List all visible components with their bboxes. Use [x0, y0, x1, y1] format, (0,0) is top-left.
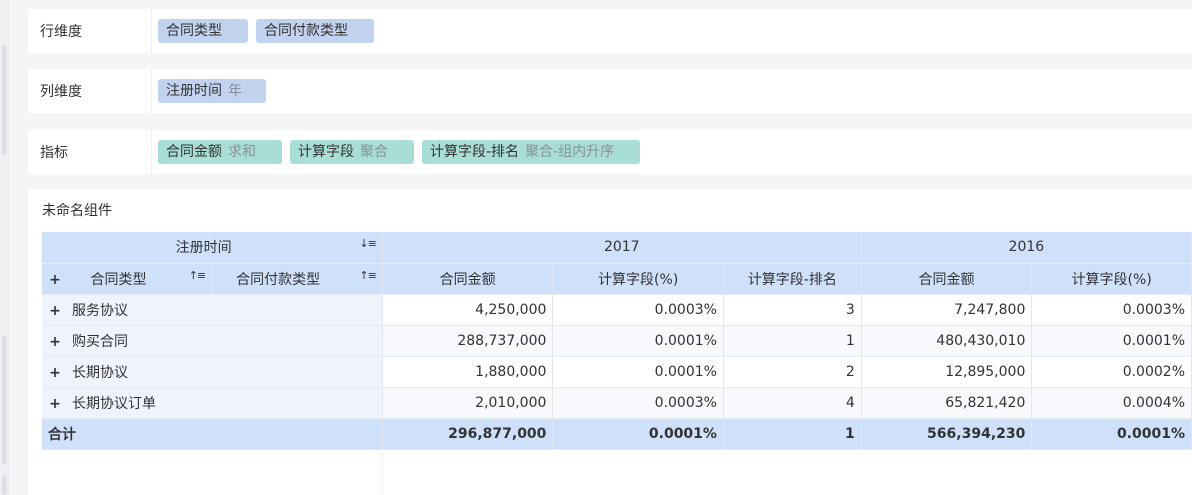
scroll-thumb[interactable]	[2, 335, 7, 465]
cell: 0.0001%	[552, 356, 724, 388]
cell: 12,895,000	[861, 356, 1033, 388]
scroll-thumb[interactable]	[2, 475, 7, 495]
cell: 2	[723, 356, 862, 388]
measure-tags: 合同金额 求和 计算字段 聚合 计算字段-排名 聚合-组内升序	[152, 140, 641, 164]
row-dimension-label: 行维度	[28, 9, 152, 53]
expand-icon[interactable]: +	[48, 365, 62, 381]
header-row-years: 注册时间 ↓≡ 2017 2016	[42, 232, 1192, 264]
pivot-component: 未命名组件 注册时间 ↓≡ 2017 2016 + 合同类型 ↑≡ 合同付款类型…	[28, 190, 1192, 495]
measure-header: 计算字段-排名	[723, 263, 862, 295]
sort-asc-icon[interactable]: ↑≡	[189, 269, 206, 282]
col-dim-header: 注册时间 ↓≡	[42, 232, 383, 264]
total-cell: 1	[723, 418, 862, 450]
cell: 2,010,000	[382, 387, 554, 419]
cell: 480,430,010	[861, 325, 1033, 357]
cell: 288,737,000	[382, 325, 554, 357]
measure-header: 合同金额	[861, 263, 1033, 295]
total-cell: 0.0001%	[1031, 418, 1192, 450]
pivot-table: 注册时间 ↓≡ 2017 2016 + 合同类型 ↑≡ 合同付款类型 ↑≡ 合同…	[42, 232, 1192, 450]
table-row: + 长期协议订单 2,010,000 0.0003% 4 65,821,420 0…	[42, 387, 1192, 419]
cell: 3	[723, 294, 862, 326]
measure-header: 计算字段(%)	[1031, 263, 1192, 295]
row-header: + 长期协议订单	[42, 387, 383, 419]
scroll-thumb[interactable]	[2, 45, 7, 155]
row-header: + 长期协议	[42, 356, 383, 388]
cell: 0.0003%	[552, 294, 724, 326]
row-header: + 购买合同	[42, 325, 383, 357]
table-row: + 服务协议 4,250,000 0.0003% 3 7,247,800 0.00…	[42, 294, 1192, 326]
cell: 4,250,000	[382, 294, 554, 326]
measure-label: 指标	[28, 130, 152, 174]
row-dimension-bar: 行维度 合同类型 合同付款类型	[28, 9, 1192, 53]
measure-header: 计算字段(%)	[552, 263, 724, 295]
table-row: + 长期协议 1,880,000 0.0001% 2 12,895,000 0.0…	[42, 356, 1192, 388]
cell: 0.0002%	[1031, 356, 1192, 388]
cell: 4	[723, 387, 862, 419]
row-dim-header: + 合同类型 ↑≡	[42, 263, 213, 295]
year-header: 2017	[382, 232, 862, 264]
total-label: 合计	[42, 418, 383, 450]
total-cell: 0.0001%	[552, 418, 724, 450]
header-row-measures: + 合同类型 ↑≡ 合同付款类型 ↑≡ 合同金额 计算字段(%) 计算字段-排名…	[42, 263, 1192, 295]
cell: 0.0003%	[552, 387, 724, 419]
measure-bar: 指标 合同金额 求和 计算字段 聚合 计算字段-排名 聚合-组内升序	[28, 130, 1192, 174]
expand-icon[interactable]: +	[48, 396, 62, 412]
total-row: 合计 296,877,000 0.0001% 1 566,394,230 0.0…	[42, 418, 1192, 450]
expand-icon[interactable]: +	[48, 303, 62, 319]
left-scrollbar[interactable]	[0, 0, 10, 495]
measure-header: 合同金额	[382, 263, 554, 295]
column-dimension-label: 列维度	[28, 69, 152, 113]
cell: 0.0004%	[1031, 387, 1192, 419]
component-title: 未命名组件	[42, 203, 112, 219]
year-header: 2016	[861, 232, 1192, 264]
tag-register-time[interactable]: 注册时间年	[158, 79, 266, 103]
cell: 7,247,800	[861, 294, 1033, 326]
sort-asc-icon[interactable]: ↑≡	[359, 269, 376, 282]
sort-icon[interactable]: ↓≡	[359, 237, 376, 250]
row-header: + 服务协议	[42, 294, 383, 326]
cell: 0.0001%	[1031, 325, 1192, 357]
tag-contract-amount[interactable]: 合同金额 求和	[158, 140, 282, 164]
column-dimension-bar: 列维度 注册时间年	[28, 69, 1192, 113]
column-dimension-tags: 注册时间年	[152, 79, 266, 103]
tag-contract-type[interactable]: 合同类型	[158, 19, 248, 43]
divider	[382, 448, 383, 495]
cell: 1,880,000	[382, 356, 554, 388]
total-cell: 296,877,000	[382, 418, 554, 450]
expand-all-icon[interactable]: +	[48, 272, 62, 288]
cell: 0.0001%	[552, 325, 724, 357]
tag-calc-field-rank[interactable]: 计算字段-排名 聚合-组内升序	[422, 140, 641, 164]
expand-icon[interactable]: +	[48, 334, 62, 350]
tag-payment-type[interactable]: 合同付款类型	[256, 19, 374, 43]
table-row: + 购买合同 288,737,000 0.0001% 1 480,430,010 …	[42, 325, 1192, 357]
cell: 65,821,420	[861, 387, 1033, 419]
cell: 1	[723, 325, 862, 357]
total-cell: 566,394,230	[861, 418, 1033, 450]
row-dimension-tags: 合同类型 合同付款类型	[152, 19, 374, 43]
row-dim-header: 合同付款类型 ↑≡	[211, 263, 383, 295]
tag-calc-field[interactable]: 计算字段 聚合	[290, 140, 414, 164]
cell: 0.0003%	[1031, 294, 1192, 326]
